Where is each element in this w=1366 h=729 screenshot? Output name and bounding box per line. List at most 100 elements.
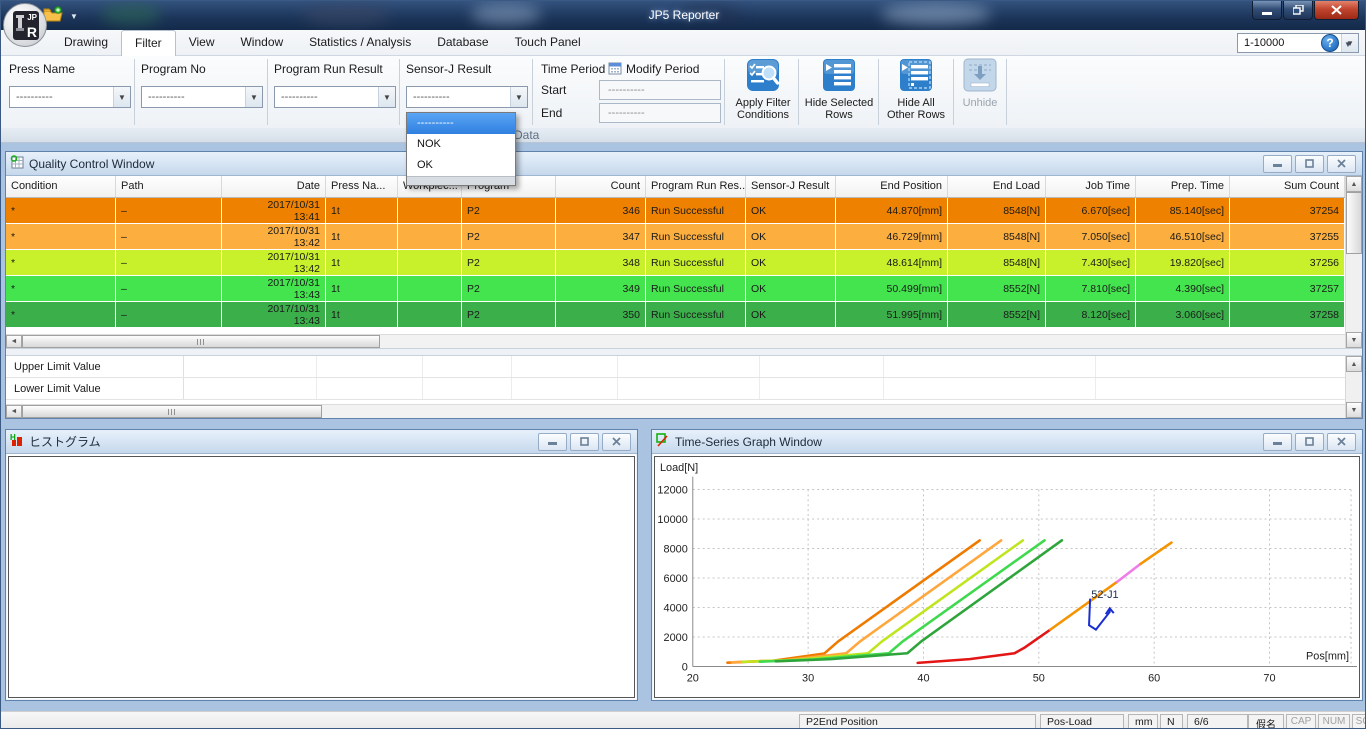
modify-period-label[interactable]: Modify Period [626, 62, 699, 76]
graph-close-button[interactable] [1327, 433, 1356, 451]
table-cell: 2017/10/31 13:43 [222, 276, 326, 302]
column-header-sensor-j-result[interactable]: Sensor-J Result [746, 176, 836, 197]
help-dropdown-icon[interactable]: ▼ [1344, 40, 1352, 49]
limit-cell[interactable] [184, 378, 317, 399]
apply-filter-conditions-button[interactable]: Apply Filter Conditions [728, 58, 798, 126]
combo-dropdown-icon[interactable]: ▼ [510, 87, 527, 107]
scroll-left-icon[interactable]: ◄ [6, 405, 22, 418]
column-header-end-load[interactable]: End Load [948, 176, 1046, 197]
dropdown-item-[interactable]: ---------- [407, 113, 515, 134]
limit-cell[interactable] [884, 356, 1097, 377]
limit-cell[interactable] [423, 356, 512, 377]
column-header-count[interactable]: Count [556, 176, 646, 197]
table-cell: 2017/10/31 13:42 [222, 224, 326, 250]
limit-cell[interactable] [618, 378, 760, 399]
histogram-minimize-button[interactable] [538, 433, 567, 451]
app-logo-icon[interactable]: JP R [3, 3, 47, 47]
table-cell: 51.995[mm] [836, 302, 948, 328]
column-header-program-run-res-[interactable]: Program Run Res... [646, 176, 746, 197]
end-date-field[interactable]: ---------- [599, 103, 721, 123]
qc-vertical-scrollbar[interactable]: ▲ ▼ [1345, 176, 1362, 348]
calendar-icon[interactable] [608, 61, 622, 78]
table-row[interactable]: *–2017/10/31 13:431tP2350Run SuccessfulO… [6, 302, 1345, 328]
scrollbar-thumb[interactable] [1346, 192, 1362, 254]
combo-dropdown-icon[interactable]: ▼ [378, 87, 395, 107]
tab-drawing[interactable]: Drawing [51, 30, 121, 56]
column-header-prep-time[interactable]: Prep. Time [1136, 176, 1230, 197]
qc-restore-button[interactable] [1295, 155, 1324, 173]
column-header-date[interactable]: Date [222, 176, 326, 197]
combo-dropdown-icon[interactable]: ▼ [245, 87, 262, 107]
tab-window[interactable]: Window [227, 30, 296, 56]
scroll-down-icon[interactable]: ▼ [1346, 402, 1362, 418]
tab-statistics-analysis[interactable]: Statistics / Analysis [296, 30, 424, 56]
filter-label-3: Sensor-J Result [406, 62, 491, 76]
qat-dropdown-icon[interactable]: ▼ [70, 12, 78, 21]
hide-selected-rows-icon [822, 58, 856, 95]
close-button[interactable] [1314, 1, 1359, 20]
limit-cell[interactable] [1096, 378, 1362, 399]
sensor-j-result-combo[interactable]: ----------▼ [406, 86, 528, 108]
limit-cell[interactable] [884, 378, 1097, 399]
program-no-combo[interactable]: ----------▼ [141, 86, 263, 108]
table-row[interactable]: *–2017/10/31 13:421tP2348Run SuccessfulO… [6, 250, 1345, 276]
combo-dropdown-icon[interactable]: ▼ [113, 87, 130, 107]
qc-window-titlebar: Quality Control Window [6, 152, 1362, 176]
help-button[interactable]: ? [1321, 34, 1339, 52]
scroll-up-icon[interactable]: ▲ [1346, 356, 1362, 372]
graph-restore-button[interactable] [1295, 433, 1324, 451]
dropdown-item-ok[interactable]: OK [407, 155, 515, 176]
range-selector-combo[interactable]: 1-10000 ▼ [1237, 33, 1359, 53]
table-cell: OK [746, 302, 836, 328]
tab-filter[interactable]: Filter [121, 30, 176, 56]
tab-database[interactable]: Database [424, 30, 501, 56]
start-date-field[interactable]: ---------- [599, 80, 721, 100]
minimize-button[interactable] [1252, 1, 1282, 20]
limit-cell[interactable] [512, 356, 618, 377]
limits-horizontal-scrollbar[interactable]: ◄ [6, 404, 1345, 418]
limit-cell[interactable] [512, 378, 618, 399]
table-cell: 6.670[sec] [1046, 198, 1136, 224]
histogram-close-button[interactable] [602, 433, 631, 451]
limit-cell[interactable] [1096, 356, 1362, 377]
limit-cell[interactable] [423, 378, 512, 399]
qc-horizontal-scrollbar[interactable]: ◄ [6, 334, 1345, 348]
scroll-up-icon[interactable]: ▲ [1346, 176, 1362, 192]
dropdown-item-nok[interactable]: NOK [407, 134, 515, 155]
pane-splitter[interactable] [6, 348, 1362, 356]
scroll-down-icon[interactable]: ▼ [1346, 332, 1362, 348]
scrollbar-thumb[interactable] [22, 335, 380, 348]
column-header-press-na-[interactable]: Press Na... [326, 176, 398, 197]
limit-cell[interactable] [760, 356, 884, 377]
table-row[interactable]: *–2017/10/31 13:431tP2349Run SuccessfulO… [6, 276, 1345, 302]
svg-text:JP: JP [27, 13, 37, 22]
table-row[interactable]: *–2017/10/31 13:421tP2347Run SuccessfulO… [6, 224, 1345, 250]
column-header-condition[interactable]: Condition [6, 176, 116, 197]
hide-all-other-rows-button[interactable]: Hide All Other Rows [880, 58, 952, 126]
restore-button[interactable] [1283, 1, 1313, 20]
qc-minimize-button[interactable] [1263, 155, 1292, 173]
limits-vertical-scrollbar[interactable]: ▲ ▼ [1345, 356, 1362, 418]
column-header-sum-count[interactable]: Sum Count [1230, 176, 1345, 197]
tab-touch-panel[interactable]: Touch Panel [502, 30, 594, 56]
histogram-restore-button[interactable] [570, 433, 599, 451]
limit-cell[interactable] [184, 356, 317, 377]
limit-cell[interactable] [317, 356, 423, 377]
program-run-result-combo[interactable]: ----------▼ [274, 86, 396, 108]
scrollbar-thumb[interactable] [22, 405, 322, 418]
column-header-job-time[interactable]: Job Time [1046, 176, 1136, 197]
column-header-end-position[interactable]: End Position [836, 176, 948, 197]
graph-minimize-button[interactable] [1263, 433, 1292, 451]
scroll-left-icon[interactable]: ◄ [6, 335, 22, 348]
press-name-combo[interactable]: ----------▼ [9, 86, 131, 108]
tab-view[interactable]: View [176, 30, 228, 56]
hide-selected-rows-button[interactable]: Hide Selected Rows [802, 58, 876, 126]
limit-cell[interactable] [618, 356, 760, 377]
qc-close-button[interactable] [1327, 155, 1356, 173]
status-p2end-position: P2End Position [799, 714, 1036, 729]
table-cell: P2 [462, 302, 556, 328]
limit-cell[interactable] [760, 378, 884, 399]
limit-cell[interactable] [317, 378, 423, 399]
column-header-path[interactable]: Path [116, 176, 222, 197]
table-row[interactable]: *–2017/10/31 13:411tP2346Run SuccessfulO… [6, 198, 1345, 224]
